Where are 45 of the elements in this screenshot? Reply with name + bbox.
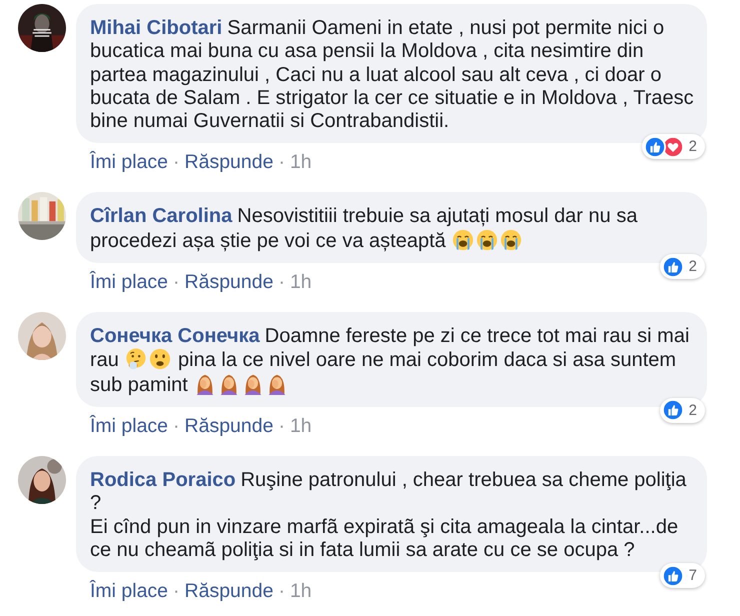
- comment-text: Сонечка Сонечка Doamne fereste pe zi ce trece tot mai rau si mai rau pina la ce nivel oare ne mai coborim daca si asa suntem sub pamint: [90, 325, 690, 397]
- reaction-badge[interactable]: 2: [642, 134, 705, 160]
- separator-dot: ·: [278, 414, 285, 437]
- like-icon: [662, 256, 684, 278]
- reply-link[interactable]: Răspunde: [184, 271, 274, 294]
- separator-dot: ·: [278, 271, 285, 294]
- reply-link[interactable]: Răspunde: [184, 414, 274, 437]
- author-name[interactable]: Rodica Poraico: [90, 468, 236, 491]
- reaction-badge[interactable]: 2: [660, 254, 705, 280]
- reaction-badge[interactable]: 2: [660, 398, 705, 423]
- frowning-emoji-icon: [149, 348, 172, 370]
- reaction-count: 2: [688, 258, 697, 276]
- separator-dot: ·: [173, 151, 180, 174]
- like-link[interactable]: Îmi place: [90, 580, 168, 602]
- thinking-emoji-icon: [125, 348, 148, 370]
- comment-text: Rodica Poraico Ruşine patronului , chear trebuea sa cheme poliţia ? Ei cînd pun in vinzare marfã expiratã şi cita amageala la cintar...de ce nu cheamã poliţia si in fata lumii sa arate cu ce se ocupa ?: [90, 468, 688, 562]
- like-icon: [662, 564, 684, 587]
- comment-text: Cîrlan Carolina Nesovistitiii trebuie sa ajutați mosul dar nu sa procedezi așa știe pe voi ce va așteaptă: [90, 205, 638, 254]
- like-link[interactable]: Îmi place: [90, 151, 168, 174]
- reply-link[interactable]: Răspunde: [184, 580, 274, 602]
- author-name[interactable]: Сонечка Сонечка: [90, 325, 260, 348]
- like-icon: [662, 399, 684, 422]
- crying-emoji-icon: [452, 228, 474, 251]
- author-name[interactable]: Cîrlan Carolina: [90, 205, 232, 228]
- comment-text: Mihai Cibotari Sarmanii Oameni in etate , nusi pot permite nici o bucatica mai buna cu asa pensii la Moldova , cita nesimtire din partea magazinului , Caci nu a luat alcool sau alt ceva , ci doar o bucata de Salam . E strigator la cer ce situatie e in Moldova , Traesc bine numai Guvernatii si Contrabandistii.: [90, 17, 695, 134]
- reaction-count: 2: [688, 402, 697, 419]
- timestamp: 1h: [290, 271, 312, 294]
- reply-link[interactable]: Răspunde: [184, 151, 274, 174]
- separator-dot: ·: [278, 580, 285, 602]
- like-link[interactable]: Îmi place: [90, 271, 168, 294]
- crying-emoji-icon: [476, 228, 498, 251]
- timestamp: 1h: [290, 151, 312, 174]
- separator-dot: ·: [278, 151, 285, 174]
- reaction-count: 7: [688, 567, 697, 584]
- reaction-badge[interactable]: 7: [660, 563, 705, 588]
- like-link[interactable]: Îmi place: [90, 414, 168, 437]
- timestamp: 1h: [290, 414, 312, 437]
- author-name[interactable]: Mihai Cibotari: [90, 17, 222, 39]
- like-icon: [644, 136, 666, 158]
- reaction-count: 2: [688, 138, 697, 156]
- separator-dot: ·: [173, 271, 180, 294]
- timestamp: 1h: [290, 580, 312, 602]
- crying-emoji-icon: [500, 228, 522, 251]
- separator-dot: ·: [173, 580, 180, 602]
- separator-dot: ·: [173, 414, 180, 437]
